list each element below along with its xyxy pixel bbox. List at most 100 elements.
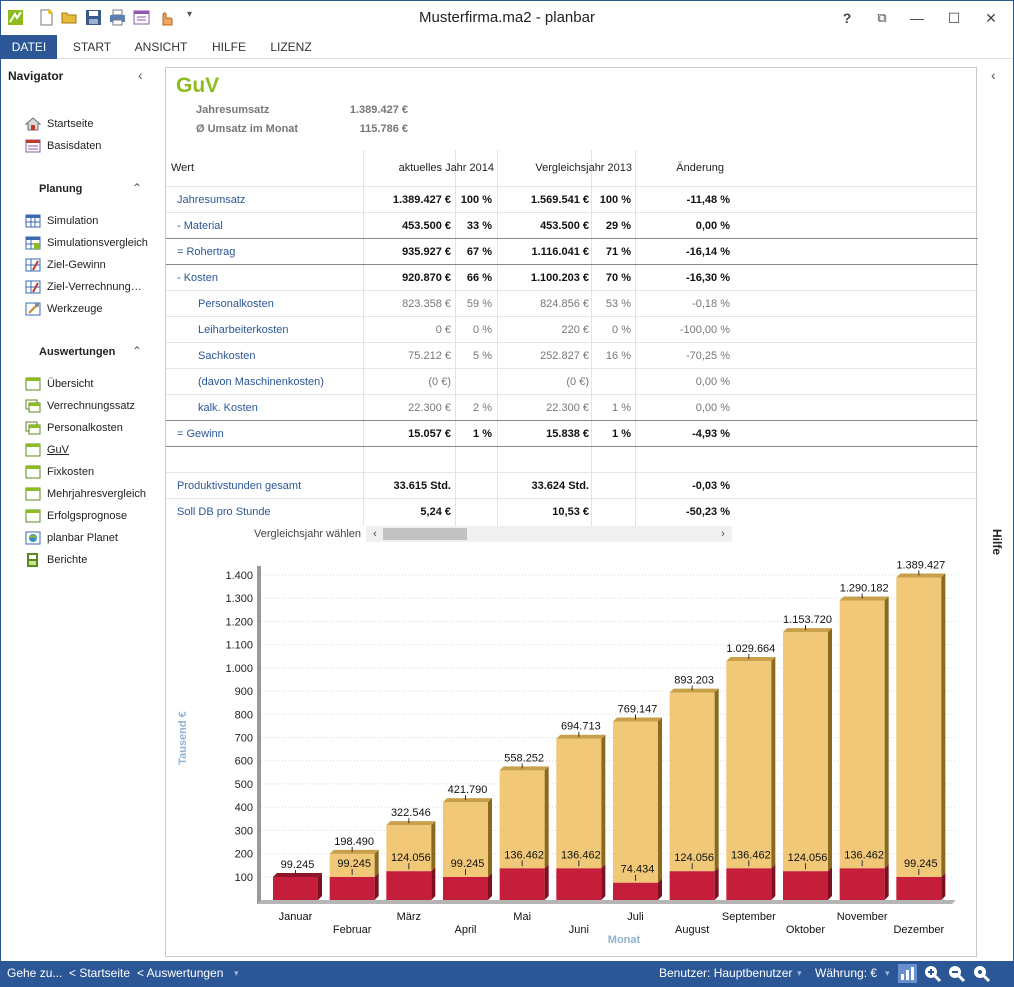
help-button[interactable]: ? (836, 8, 858, 28)
row-label[interactable]: Produktivstunden gesamt (177, 473, 301, 499)
nav-item-startseite[interactable]: Startseite (25, 115, 93, 133)
breadcrumb-startseite[interactable]: < Startseite (69, 966, 130, 980)
table-row[interactable]: - Kosten 920.870 € 66 % 1.100.203 € 70 % -16,… (166, 264, 978, 290)
current-value: 453.500 € (402, 220, 451, 232)
x-tick-label: August (675, 924, 709, 936)
chevron-up-icon[interactable]: ⌃ (132, 181, 142, 195)
change-value: -4,93 % (692, 428, 730, 440)
maximize-button[interactable]: ☐ (943, 8, 965, 28)
table-row[interactable] (166, 446, 978, 472)
tab-start[interactable]: START (67, 35, 117, 59)
status-bar: Gehe zu... < Startseite < Auswertungen ▾… (1, 961, 1013, 986)
bar-total-label: 1.153.720 (783, 614, 832, 626)
minimize-button[interactable]: — (906, 8, 928, 28)
scroll-left-icon[interactable]: ‹ (368, 526, 382, 542)
tab-lizenz[interactable]: LIZENZ (263, 35, 319, 59)
compare-value: 1.100.203 € (530, 272, 589, 284)
scrollbar-thumb[interactable] (383, 528, 467, 540)
row-label[interactable]: Soll DB pro Stunde (177, 499, 271, 525)
column-header-current-year: aktuelles Jahr 2014 (398, 162, 494, 174)
nav-item-ziel-verrechnung[interactable]: Ziel-Verrechnung… (25, 278, 142, 296)
table-row[interactable]: Jahresumsatz 1.389.427 € 100 % 1.569.541 € 1… (166, 186, 978, 212)
bar-total-label: 99.245 (281, 859, 315, 871)
row-label[interactable]: Personalkosten (198, 291, 274, 317)
zoom-fit-icon[interactable] (972, 964, 991, 983)
row-label[interactable]: - Kosten (177, 265, 218, 291)
table-row[interactable]: = Gewinn 15.057 € 1 % 15.838 € 1 % -4,93 % (166, 420, 978, 446)
current-percent: 5 % (473, 350, 492, 362)
nav-item-simulation[interactable]: Simulation (25, 212, 98, 230)
breadcrumb-auswertungen[interactable]: < Auswertungen (137, 966, 223, 980)
nav-item-ziel-gewinn[interactable]: Ziel-Gewinn (25, 256, 106, 274)
bar-monthly-label: 124.056 (788, 852, 828, 864)
bar-total-label: 893.203 (674, 675, 714, 687)
row-label[interactable]: = Rohertrag (177, 239, 235, 265)
tab-ansicht[interactable]: ANSICHT (129, 35, 193, 59)
table-row[interactable]: Leiharbeiterkosten 0 € 0 % 220 € 0 % -100,00 … (166, 316, 978, 342)
table-row[interactable]: Soll DB pro Stunde 5,24 € 10,53 € -50,23 % (166, 498, 978, 524)
compare-year-scrollbar[interactable]: ‹ › (366, 526, 732, 542)
row-label[interactable]: - Material (177, 213, 223, 239)
table-row[interactable]: (davon Maschinenkosten) (0 €) (0 €) 0,00 % (166, 368, 978, 394)
row-label[interactable]: Jahresumsatz (177, 187, 245, 213)
table-row[interactable]: Produktivstunden gesamt 33.615 Std. 33.624… (166, 472, 978, 498)
breadcrumb-dropdown-icon[interactable]: ▾ (234, 968, 239, 979)
nav-item-fixkosten[interactable]: Fixkosten (25, 463, 94, 481)
zoom-out-icon[interactable] (947, 964, 966, 983)
row-label[interactable]: = Gewinn (177, 421, 224, 447)
bar-side-face (601, 864, 606, 900)
close-button[interactable]: ✕ (980, 8, 1002, 28)
bar-side-face (488, 872, 492, 900)
globe-icon (25, 531, 41, 545)
bar-side-face (828, 867, 832, 900)
nav-item-erfolgsprognose[interactable]: Erfolgsprognose (25, 507, 127, 525)
summary-label-monatsumsatz: Ø Umsatz im Monat (196, 123, 299, 135)
nav-item-verrechnungssatz[interactable]: Verrechnungssatz (25, 397, 135, 415)
nav-item-mehrjahresvergleich[interactable]: Mehrjahresvergleich (25, 485, 146, 503)
current-value: 935.927 € (402, 246, 451, 258)
currency-selector[interactable]: Währung: € (815, 966, 877, 980)
nav-item-personalkosten[interactable]: Personalkosten (25, 419, 123, 437)
scroll-right-icon[interactable]: › (716, 526, 730, 542)
row-label[interactable]: kalk. Kosten (198, 395, 258, 421)
section-planung[interactable]: Planung (39, 183, 82, 195)
nav-item-simulationsvergleich[interactable]: Simulationsvergleich (25, 234, 148, 252)
table-row[interactable]: Sachkosten 75.212 € 5 % 252.827 € 16 % -70,25… (166, 342, 978, 368)
row-label[interactable]: Leiharbeiterkosten (198, 317, 289, 343)
report-icon (25, 443, 41, 457)
user-selector[interactable]: Benutzer: Hauptbenutzer (659, 966, 792, 980)
y-tick-label: 600 (235, 756, 253, 768)
help-sidebar-label[interactable]: Hilfe (990, 529, 1004, 555)
currency-dropdown-icon[interactable]: ▾ (885, 968, 890, 979)
table-row[interactable]: Personalkosten 823.358 € 59 % 824.856 € 53 %… (166, 290, 978, 316)
nav-item-guv[interactable]: GuV (25, 441, 69, 459)
bar-side-face (544, 766, 549, 869)
goto-button[interactable]: Gehe zu... (7, 966, 62, 980)
table-row[interactable]: = Rohertrag 935.927 € 67 % 1.116.041 € 71 % -… (166, 238, 978, 264)
current-value: (0 €) (428, 376, 451, 388)
nav-item-basisdaten[interactable]: Basisdaten (25, 137, 101, 155)
nav-item-planbar-planet[interactable]: planbar Planet (25, 529, 118, 547)
bar-side-face (771, 656, 776, 869)
nav-item-uebersicht[interactable]: Übersicht (25, 375, 93, 393)
table-row[interactable]: kalk. Kosten 22.300 € 2 % 22.300 € 1 % 0,00 % (166, 394, 978, 420)
user-dropdown-icon[interactable]: ▾ (797, 968, 802, 979)
row-label[interactable]: Sachkosten (198, 343, 255, 369)
restore-ribbon-button[interactable]: ⧉ (871, 8, 893, 28)
bar-top-face (726, 656, 776, 661)
chart-view-icon[interactable] (898, 964, 917, 983)
current-value: 15.057 € (408, 428, 451, 440)
nav-item-berichte[interactable]: Berichte (25, 551, 87, 569)
expand-help-icon[interactable]: ‹ (991, 67, 996, 83)
chevron-up-icon[interactable]: ⌃ (132, 344, 142, 358)
tab-datei[interactable]: DATEI (1, 35, 57, 59)
y-tick-label: 1.200 (225, 616, 253, 628)
tab-hilfe[interactable]: HILFE (205, 35, 253, 59)
section-auswertungen[interactable]: Auswertungen (39, 346, 115, 358)
zoom-in-icon[interactable] (923, 964, 942, 983)
collapse-navigator-icon[interactable]: ‹ (138, 67, 143, 83)
nav-item-werkzeuge[interactable]: Werkzeuge (25, 300, 102, 318)
row-label[interactable]: (davon Maschinenkosten) (198, 369, 324, 395)
table-row[interactable]: - Material 453.500 € 33 % 453.500 € 29 % 0,00… (166, 212, 978, 238)
y-tick-label: 1.000 (225, 663, 253, 675)
